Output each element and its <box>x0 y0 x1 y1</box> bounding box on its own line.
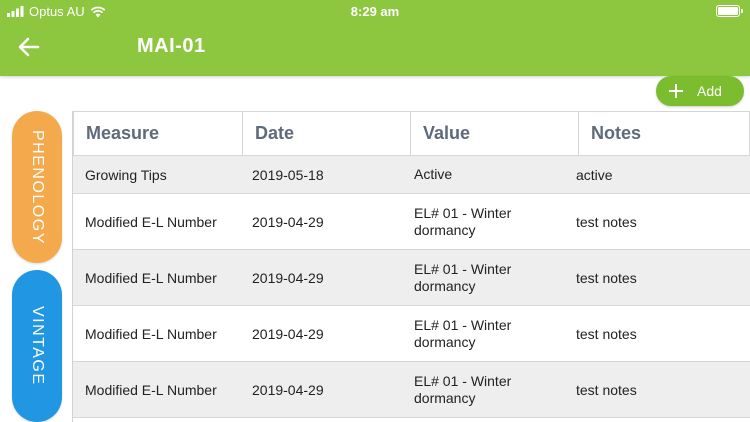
cell-value: EL# 01 - Winter dormancy <box>414 260 512 294</box>
status-time: 8:29 am <box>350 4 400 19</box>
cell-date: 2019-05-18 <box>252 166 324 183</box>
cell-notes: test notes <box>576 269 637 286</box>
cell-measure: Modified E-L Number <box>85 381 217 398</box>
table-row[interactable]: Modified E-L Number 2019-04-29 EL# 01 - … <box>73 194 750 250</box>
plus-icon <box>669 84 683 98</box>
cell-measure: Growing Tips <box>85 166 167 183</box>
cell-value: EL# 01 - Winter dormancy <box>414 316 512 350</box>
cell-notes: test notes <box>576 381 637 398</box>
cell-measure: Modified E-L Number <box>85 325 217 342</box>
back-button[interactable] <box>14 32 44 62</box>
column-header-date[interactable]: Date <box>242 111 411 156</box>
cell-notes: active <box>576 166 613 183</box>
cell-value: EL# 01 - Winter dormancy <box>414 372 512 406</box>
cell-notes: test notes <box>576 213 637 230</box>
page-title: MAI-01 <box>137 35 206 57</box>
cell-measure: Modified E-L Number <box>85 269 217 286</box>
column-header-notes[interactable]: Notes <box>578 111 750 156</box>
table-row[interactable]: Modified E-L Number 2019-04-29 EL# 01 - … <box>73 306 750 362</box>
column-header-measure[interactable]: Measure <box>73 111 243 156</box>
cell-date: 2019-04-29 <box>252 269 324 286</box>
app-header: Optus AU 8:29 am MAI-01 <box>0 0 750 76</box>
measurements-table: Measure Date Value Notes Growing Tips 20… <box>72 111 750 422</box>
add-button-label: Add <box>697 83 722 99</box>
table-row[interactable]: Modified E-L Number 2019-04-29 EL# 01 - … <box>73 362 750 418</box>
cell-date: 2019-04-29 <box>252 325 324 342</box>
add-button[interactable]: Add <box>656 76 744 106</box>
tab-phenology-label: PHENOLOGY <box>29 129 46 245</box>
cell-measure: Modified E-L Number <box>85 213 217 230</box>
tab-vintage[interactable]: VINTAGE <box>12 270 62 422</box>
tab-vintage-label: VINTAGE <box>29 306 46 386</box>
status-bar: Optus AU 8:29 am <box>0 0 750 22</box>
tab-phenology[interactable]: PHENOLOGY <box>12 111 62 263</box>
battery-icon <box>716 5 743 17</box>
cell-date: 2019-04-29 <box>252 213 324 230</box>
cell-notes: test notes <box>576 325 637 342</box>
column-header-value[interactable]: Value <box>410 111 579 156</box>
cell-value: EL# 01 - Winter dormancy <box>414 204 512 238</box>
arrow-left-icon <box>18 37 40 57</box>
cell-date: 2019-04-29 <box>252 381 324 398</box>
cell-value: Active <box>414 166 453 182</box>
table-header: Measure Date Value Notes <box>73 111 750 156</box>
table-row[interactable]: Growing Tips 2019-05-18 Active active <box>73 156 750 194</box>
table-row[interactable]: Modified E-L Number 2019-04-29 EL# 01 - … <box>73 250 750 306</box>
